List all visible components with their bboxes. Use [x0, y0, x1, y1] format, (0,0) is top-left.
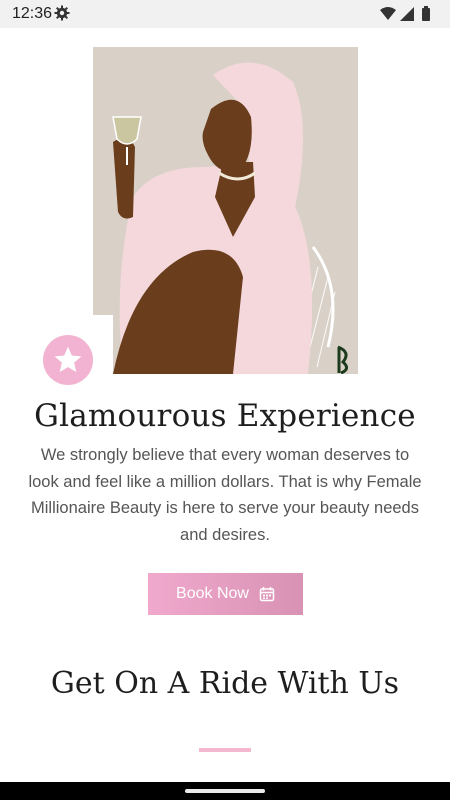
status-icons — [380, 6, 430, 21]
book-now-label: Book Now — [176, 585, 249, 602]
page-title: Glamourous Experience — [34, 398, 416, 434]
calendar-icon — [259, 587, 275, 602]
hero-illustration — [93, 47, 358, 374]
description-text: We strongly believe that every woman des… — [28, 446, 422, 544]
status-time: 12:36 — [12, 5, 53, 22]
gear-icon — [54, 5, 70, 21]
wifi-icon — [380, 7, 396, 20]
section-divider — [199, 748, 251, 752]
system-nav-bar — [0, 782, 450, 800]
star-icon — [54, 346, 82, 372]
signal-icon — [400, 7, 414, 21]
status-bar: 12:36 — [0, 0, 450, 28]
battery-icon — [422, 8, 430, 21]
star-badge — [43, 335, 93, 385]
hero-notch — [93, 315, 113, 375]
home-gesture-handle[interactable] — [185, 789, 265, 793]
book-now-button[interactable]: Book Now — [148, 573, 303, 615]
section-title: Get On A Ride With Us — [50, 666, 400, 701]
